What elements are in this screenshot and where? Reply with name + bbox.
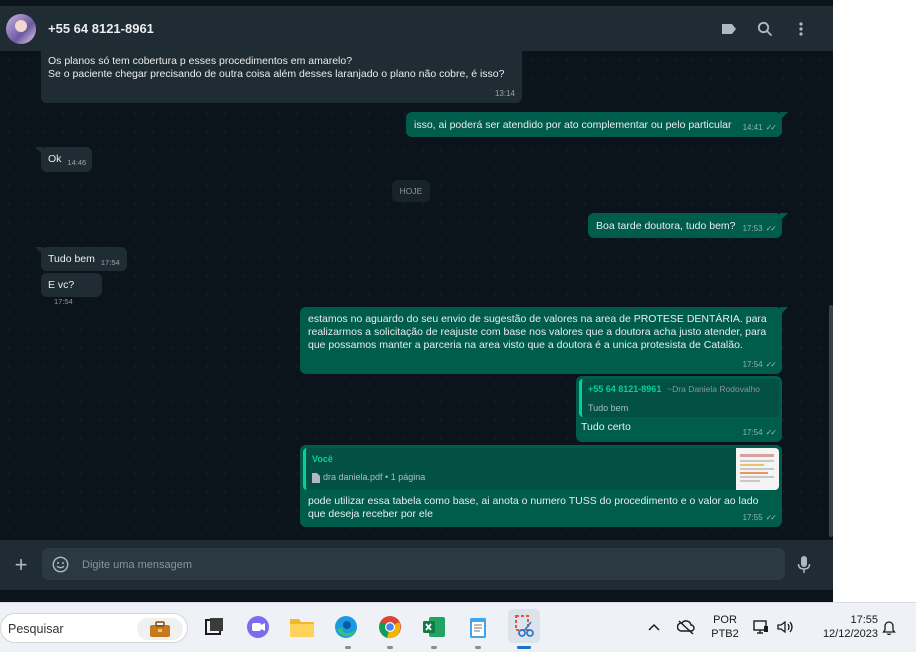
message-text: Tudo bem	[48, 253, 95, 265]
message-time: 14:46	[67, 158, 87, 167]
message-incoming[interactable]: E vc? 17:54	[41, 273, 102, 306]
message-outgoing[interactable]: Boa tarde doutora, tudo bem? 17:53 ✓✓	[588, 213, 788, 238]
read-ticks-icon: ✓✓	[765, 224, 777, 233]
search-icon[interactable]	[747, 11, 783, 47]
message-text: isso, ai poderá ser atendido por ato com…	[414, 119, 732, 131]
message-text: realizarmos a solicitação de reajuste co…	[308, 326, 767, 338]
display-icon[interactable]	[750, 612, 772, 642]
message-time: 17:53	[742, 224, 763, 233]
message-outgoing-reply[interactable]: Você dra daniela.pdf • 1 página pode uti…	[300, 445, 782, 527]
quoted-message[interactable]: +55 64 8121-8961 ~Dra Daniela Rodovalho …	[579, 379, 779, 417]
window-bottom-edge	[0, 590, 833, 602]
message-text: que possamos manter a parceria na area v…	[308, 339, 743, 351]
chat-header: +55 64 8121-8961	[0, 6, 833, 51]
label-icon[interactable]	[711, 11, 747, 47]
message-incoming[interactable]: Ok 14:46	[35, 147, 92, 172]
message-time: 17:55	[742, 513, 763, 522]
whatsapp-window: +55 64 8121-8961 Os planos só tem cobert…	[0, 0, 833, 590]
read-ticks-icon: ✓✓	[765, 360, 777, 369]
message-text: pode utilizar essa tabela como base, ai …	[308, 495, 759, 507]
chevron-up-icon[interactable]	[640, 612, 668, 642]
message-outgoing[interactable]: estamos no aguardo do seu envio de suges…	[300, 307, 788, 374]
message-time: 17:54	[742, 360, 763, 369]
read-ticks-icon: ✓✓	[765, 513, 777, 522]
running-indicator	[387, 646, 393, 649]
quoted-author-alias: ~Dra Daniela Rodovalho	[667, 384, 761, 394]
message-outgoing-reply[interactable]: +55 64 8121-8961 ~Dra Daniela Rodovalho …	[576, 376, 782, 442]
network-offline-icon[interactable]	[672, 612, 700, 642]
document-icon	[312, 472, 320, 483]
briefcase-icon	[150, 621, 170, 637]
message-text: Boa tarde doutora, tudo bem?	[596, 220, 736, 232]
message-time: 17:54	[54, 297, 73, 306]
task-view-icon[interactable]	[198, 612, 228, 642]
running-indicator	[345, 646, 351, 649]
clock-date: 12/12/2023	[822, 628, 878, 640]
message-incoming[interactable]: Tudo bem 17:54	[35, 247, 127, 271]
excel-icon[interactable]	[419, 612, 449, 642]
search-highlight-image	[137, 618, 183, 640]
system-clock[interactable]: 17:55 12/12/2023	[806, 613, 878, 641]
running-indicator	[475, 646, 481, 649]
message-time: 13:14	[494, 89, 515, 98]
read-ticks-icon: ✓✓	[765, 123, 777, 132]
message-text: Ok	[48, 153, 62, 165]
notepad-icon[interactable]	[463, 612, 493, 642]
teams-icon[interactable]	[243, 612, 273, 642]
message-input[interactable]	[80, 554, 774, 576]
document-thumbnail	[736, 448, 779, 490]
running-indicator	[431, 646, 437, 649]
input-language-indicator[interactable]: POR PTB2	[705, 613, 745, 641]
message-time: 14:41	[742, 123, 763, 132]
taskbar-search[interactable]: Pesquisar	[0, 613, 188, 643]
snipping-tool-icon[interactable]	[508, 609, 540, 643]
volume-icon[interactable]	[773, 612, 797, 642]
message-text: E vc?	[48, 279, 75, 291]
contact-name[interactable]: +55 64 8121-8961	[48, 21, 711, 36]
active-indicator	[517, 646, 531, 649]
notification-bell-icon[interactable]	[878, 612, 900, 642]
chat-area[interactable]: Os planos só tem cobertura p esses proce…	[0, 51, 833, 540]
message-input-box[interactable]	[42, 548, 785, 580]
language-code: POR	[713, 614, 737, 626]
message-outgoing[interactable]: isso, ai poderá ser atendido por ato com…	[406, 112, 788, 137]
message-text: estamos no aguardo do seu envio de suges…	[308, 313, 767, 325]
emoji-icon[interactable]	[52, 556, 69, 573]
quoted-author: +55 64 8121-8961	[588, 384, 662, 394]
message-time: 17:54	[742, 428, 763, 437]
quoted-author: Você	[312, 454, 333, 464]
microphone-icon[interactable]	[797, 555, 811, 575]
message-text: que deseja receber por ele	[308, 508, 433, 520]
date-divider: HOJE	[392, 180, 430, 202]
edge-browser-icon[interactable]	[331, 612, 361, 642]
attach-plus-icon[interactable]: +	[12, 554, 30, 576]
menu-dots-icon[interactable]	[783, 11, 819, 47]
message-incoming[interactable]: Os planos só tem cobertura p esses proce…	[41, 51, 522, 103]
contact-avatar[interactable]	[6, 13, 36, 44]
message-text: Se o paciente chegar precisando de outra…	[48, 68, 505, 80]
file-explorer-icon[interactable]	[287, 612, 317, 642]
message-composer: +	[0, 540, 833, 590]
quoted-text: Tudo bem	[588, 403, 629, 413]
clock-time: 17:55	[850, 614, 878, 626]
desktop-background	[833, 0, 916, 602]
quoted-document[interactable]: Você dra daniela.pdf • 1 página	[303, 448, 779, 490]
read-ticks-icon: ✓✓	[765, 428, 777, 437]
taskbar-search-label: Pesquisar	[8, 622, 64, 636]
windows-taskbar: Pesquisar POR PTB2 17:55 12/12/2023	[0, 602, 916, 652]
message-time: 17:54	[100, 258, 120, 267]
keyboard-layout: PTB2	[711, 628, 739, 640]
message-text: Os planos só tem cobertura p esses proce…	[48, 55, 353, 67]
chrome-browser-icon[interactable]	[375, 612, 405, 642]
document-name: dra daniela.pdf • 1 página	[323, 472, 426, 482]
